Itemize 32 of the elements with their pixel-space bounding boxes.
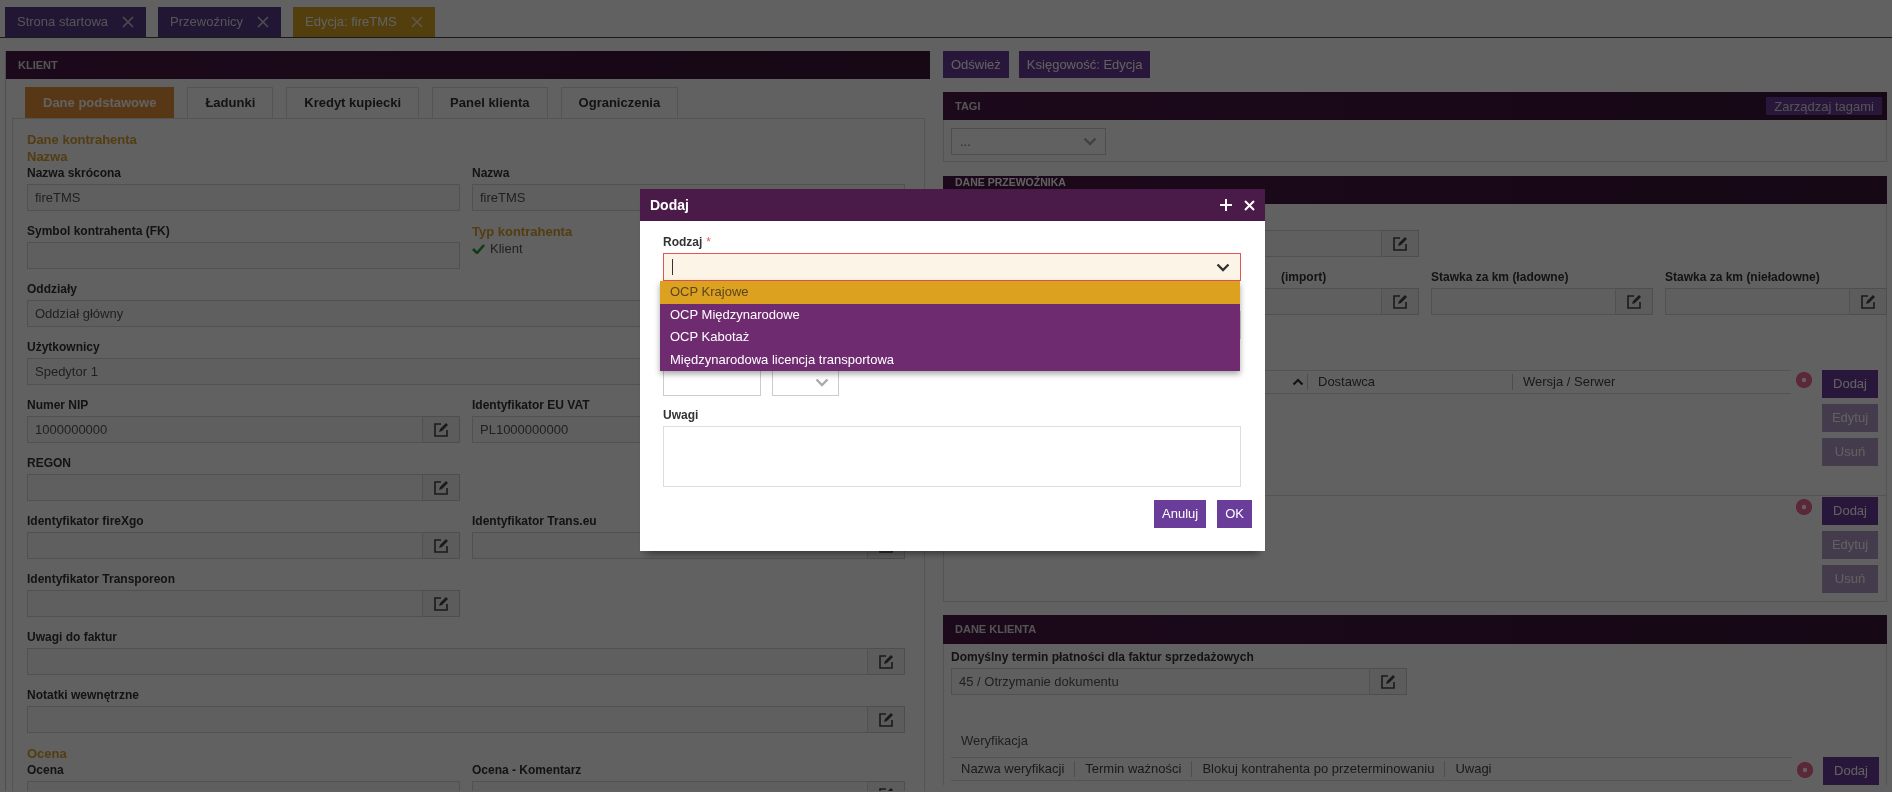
- panel-title: TAGI: [955, 98, 981, 114]
- field-label: Stawka za km (ładowne): [1431, 269, 1569, 285]
- field-label: Identyfikator fireXgo: [27, 513, 144, 529]
- field-label: Identyfikator Transporeon: [27, 571, 176, 587]
- field-label: Nazwa skrócona: [27, 165, 122, 181]
- field-label: Oddziały: [27, 281, 77, 297]
- section-heading: Dane kontrahenta: [27, 131, 137, 148]
- field-label: (import): [1280, 269, 1327, 285]
- field-label: Stawka za km (nieładowne): [1665, 269, 1820, 285]
- panel-title: DANE PRZEWOŹNIKA: [955, 177, 1066, 188]
- option-label: Klient: [490, 240, 523, 257]
- field-heading: Typ kontrahenta: [472, 223, 573, 240]
- panel-title: KLIENT: [18, 57, 58, 73]
- field-label: REGON: [27, 455, 71, 471]
- field-label: Nazwa: [472, 165, 510, 181]
- field-label: Domyślny termin płatności dla faktur sprzedażowych: [951, 649, 1254, 665]
- table-title: Weryfikacja: [961, 733, 1028, 749]
- panel-title: DANE KLIENTA: [955, 622, 1037, 638]
- field-label: Identyfikator Trans.eu: [472, 513, 597, 529]
- field-label: Uwagi: [663, 408, 699, 422]
- field-label: Rodzaj *: [663, 235, 711, 249]
- dialog-title: Dodaj: [650, 195, 690, 215]
- field-label: Ocena: [27, 762, 64, 778]
- field-label: Symbol kontrahenta (FK): [27, 223, 170, 239]
- section-heading: Nazwa: [27, 148, 68, 165]
- field-label: Użytkownicy: [27, 339, 100, 355]
- field-label: Identyfikator EU VAT: [472, 397, 590, 413]
- field-label: Ocena - Komentarz: [472, 762, 582, 778]
- field-label: Notatki wewnętrzne: [27, 687, 140, 703]
- section-heading: Ocena: [27, 745, 67, 762]
- field-label: Uwagi do faktur: [27, 629, 117, 645]
- field-label: Numer NIP: [27, 397, 89, 413]
